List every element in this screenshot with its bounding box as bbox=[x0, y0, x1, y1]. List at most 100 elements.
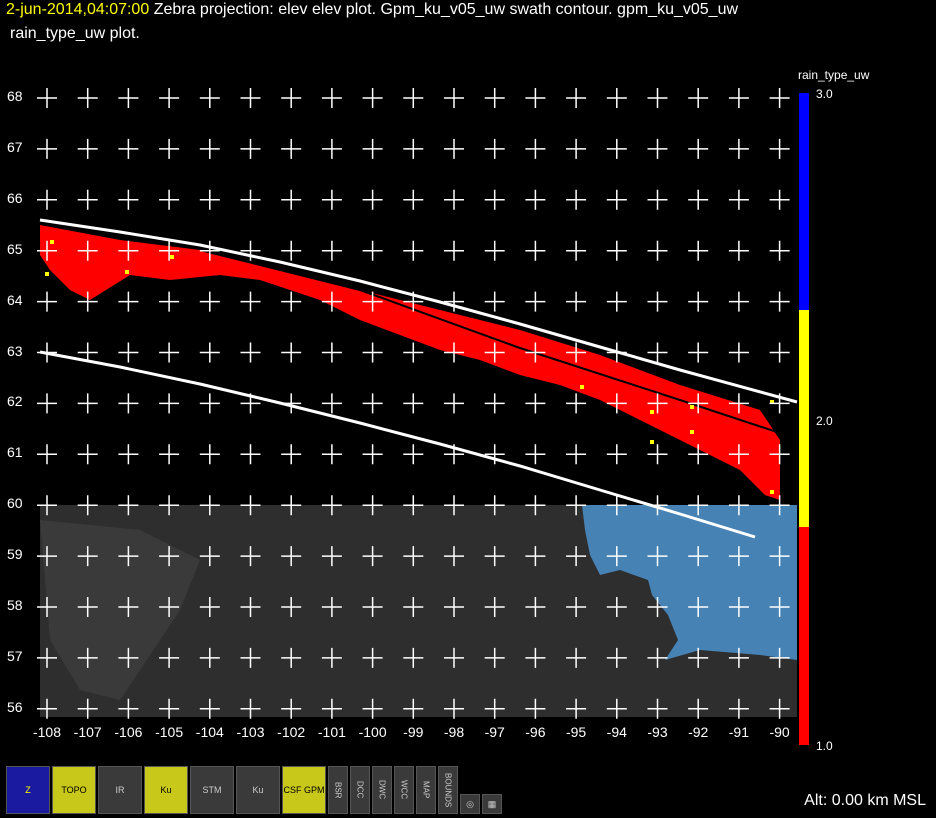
grid-cross bbox=[281, 444, 302, 465]
grid-cross bbox=[484, 240, 505, 261]
grid-cross bbox=[769, 342, 790, 363]
x-tick-label: -102 bbox=[277, 724, 306, 740]
grid-cross bbox=[606, 88, 627, 108]
grid-cross bbox=[728, 138, 749, 159]
grid-icon[interactable]: ▦ bbox=[482, 794, 502, 814]
y-tick-label: 60 bbox=[7, 495, 23, 512]
grid-cross bbox=[281, 291, 302, 312]
altitude-readout: Alt: 0.00 km MSL bbox=[804, 792, 926, 809]
grid-cross bbox=[525, 291, 546, 312]
grid-cross bbox=[362, 393, 383, 414]
grid-cross bbox=[199, 291, 220, 312]
grid-cross bbox=[37, 138, 57, 159]
grid-cross bbox=[769, 138, 790, 159]
convective-pixel bbox=[770, 490, 774, 494]
y-tick-label: 56 bbox=[7, 698, 23, 715]
x-tick-label: -106 bbox=[114, 724, 143, 740]
grid-cross bbox=[566, 444, 587, 465]
grid-cross bbox=[281, 393, 302, 414]
grid-cross bbox=[321, 189, 342, 210]
x-tick-label: -95 bbox=[565, 724, 587, 740]
map-plot[interactable] bbox=[0, 0, 936, 818]
convective-pixel bbox=[45, 272, 49, 276]
grid-cross bbox=[566, 88, 587, 108]
grid-cross bbox=[403, 189, 424, 210]
grid-cross bbox=[566, 393, 587, 414]
colorbar-segment-3 bbox=[799, 93, 809, 310]
grid-cross bbox=[606, 240, 627, 261]
grid-cross bbox=[525, 444, 546, 465]
grid-cross bbox=[647, 189, 668, 210]
grid-cross bbox=[118, 342, 139, 363]
grid-cross bbox=[159, 138, 180, 159]
x-tick-label: -98 bbox=[443, 724, 465, 740]
grid-cross bbox=[484, 393, 505, 414]
grid-cross bbox=[444, 138, 464, 159]
csf-gpm-icon[interactable]: CSF GPM bbox=[282, 766, 326, 814]
grid-cross bbox=[281, 240, 302, 261]
grid-cross bbox=[199, 342, 220, 363]
grid-cross bbox=[566, 189, 587, 210]
grid-cross bbox=[444, 240, 464, 261]
grid-cross bbox=[444, 189, 464, 210]
grid-cross bbox=[769, 291, 790, 312]
grid-cross bbox=[37, 291, 57, 312]
map-icon[interactable]: MAP bbox=[416, 766, 436, 814]
stm-icon[interactable]: STM bbox=[190, 766, 234, 814]
grid-cross bbox=[118, 189, 139, 210]
y-tick-label: 63 bbox=[7, 342, 23, 359]
convective-pixel bbox=[690, 405, 694, 409]
grid-cross bbox=[362, 444, 383, 465]
ku-icon[interactable]: Ku bbox=[144, 766, 188, 814]
zebra-logo-icon[interactable]: Z bbox=[6, 766, 50, 814]
grid-cross bbox=[37, 444, 57, 465]
x-tick-label: -92 bbox=[688, 724, 709, 740]
x-tick-label: -91 bbox=[728, 724, 750, 740]
grid-cross bbox=[321, 444, 342, 465]
y-tick-label: 64 bbox=[7, 291, 23, 308]
x-tick-label: -94 bbox=[606, 724, 627, 740]
bsr-icon[interactable]: BSR bbox=[328, 766, 348, 814]
grid-cross bbox=[37, 88, 57, 108]
grid-cross bbox=[566, 240, 587, 261]
grid-cross bbox=[403, 88, 424, 108]
x-tick-label: -104 bbox=[195, 724, 224, 740]
grid-cross bbox=[118, 444, 139, 465]
grid-cross bbox=[199, 138, 220, 159]
grid-cross bbox=[240, 88, 261, 108]
colorbar-segment-2 bbox=[799, 310, 809, 527]
ir-icon[interactable]: IR bbox=[98, 766, 142, 814]
x-tick-label: -90 bbox=[769, 724, 790, 740]
grid-cross bbox=[240, 291, 261, 312]
grid-cross bbox=[525, 393, 546, 414]
grid-cross bbox=[566, 138, 587, 159]
x-tick-label: -93 bbox=[647, 724, 668, 740]
grid-cross bbox=[728, 240, 749, 261]
grid-cross bbox=[321, 240, 342, 261]
ku-v5-icon[interactable]: Ku bbox=[236, 766, 280, 814]
grid-cross bbox=[728, 342, 749, 363]
grid-cross bbox=[118, 138, 139, 159]
grid-cross bbox=[362, 88, 383, 108]
wcc-icon[interactable]: WCC bbox=[394, 766, 414, 814]
dcc-icon[interactable]: DCC bbox=[350, 766, 370, 814]
convective-pixel bbox=[170, 255, 174, 259]
y-tick-label: 61 bbox=[7, 444, 23, 461]
grid-cross bbox=[77, 88, 98, 108]
grid-cross bbox=[362, 240, 383, 261]
grid-cross bbox=[647, 342, 668, 363]
grid-cross bbox=[240, 138, 261, 159]
dwc-icon[interactable]: DWC bbox=[372, 766, 392, 814]
grid-cross bbox=[444, 393, 464, 414]
y-tick-label: 62 bbox=[7, 393, 23, 410]
grid-cross bbox=[688, 138, 709, 159]
circle-icon[interactable]: ◎ bbox=[460, 794, 480, 814]
grid-cross bbox=[77, 444, 98, 465]
grid-cross bbox=[240, 444, 261, 465]
bounds-icon[interactable]: BOUNDS bbox=[438, 766, 458, 814]
convective-pixel bbox=[580, 385, 584, 389]
topo-icon[interactable]: TOPO bbox=[52, 766, 96, 814]
x-tick-label: -107 bbox=[73, 724, 102, 740]
grid-cross bbox=[647, 88, 668, 108]
y-tick-label: 65 bbox=[7, 240, 23, 257]
